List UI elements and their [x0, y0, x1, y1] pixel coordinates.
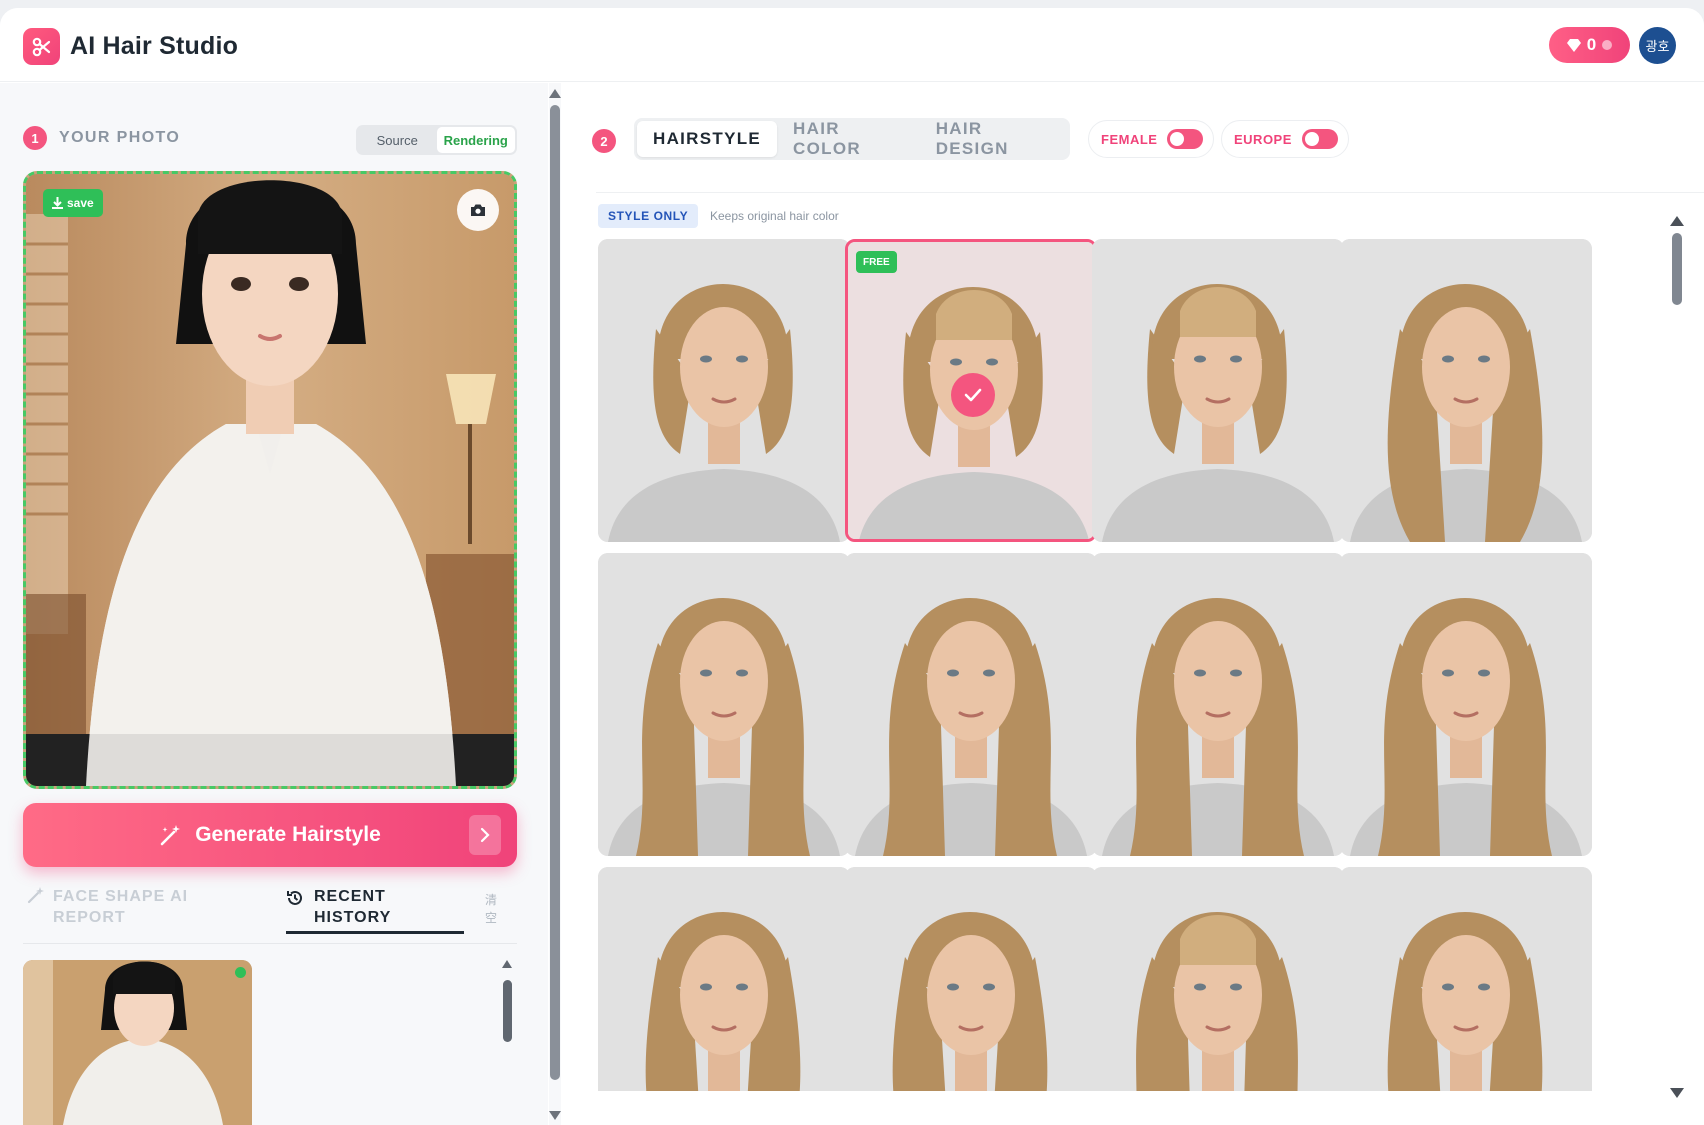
- grid-scroll-thumb[interactable]: [1672, 233, 1682, 305]
- female-switch[interactable]: [1167, 129, 1204, 149]
- hairstyle-preview-image: [1340, 239, 1592, 542]
- style-panel: 2 HAIRSTYLE HAIR COLOR HAIR DESIGN FEMAL…: [566, 83, 1704, 1125]
- hairstyle-card[interactable]: [1092, 867, 1344, 1091]
- status-dot-icon: [235, 967, 246, 978]
- hairstyle-card[interactable]: [1092, 553, 1344, 856]
- hairstyle-grid: FREE: [598, 236, 1642, 1091]
- save-label: save: [67, 196, 94, 210]
- hairstyle-card[interactable]: [1340, 239, 1592, 542]
- step-number: 2: [592, 129, 616, 153]
- hairstyle-card[interactable]: [598, 867, 850, 1091]
- app-window: AI Hair Studio 0 광호 1 YOUR PHOTO Source …: [0, 8, 1704, 1125]
- hairstyle-preview-image: [598, 553, 850, 856]
- save-button[interactable]: save: [43, 189, 103, 217]
- female-filter-label: FEMALE: [1101, 131, 1158, 147]
- check-icon: [951, 373, 995, 417]
- hairstyle-preview-image: [1092, 239, 1344, 542]
- tab-face-shape-report[interactable]: FACE SHAPE AI REPORT: [27, 886, 203, 928]
- tab-recent-history[interactable]: RECENT HISTORY: [286, 886, 464, 934]
- style-tabs: HAIRSTYLE HAIR COLOR HAIR DESIGN: [634, 118, 1070, 160]
- female-filter-toggle[interactable]: FEMALE: [1088, 120, 1215, 158]
- history-thumbnail: [23, 960, 252, 1125]
- generate-hairstyle-button[interactable]: Generate Hairstyle: [23, 803, 517, 867]
- hairstyle-preview-image: [1340, 867, 1592, 1091]
- points-dot-icon: [1602, 40, 1613, 50]
- left-panel-scrollbar[interactable]: [549, 83, 561, 1125]
- uploaded-photo[interactable]: save: [23, 171, 517, 789]
- scissors-logo-icon: [23, 28, 60, 65]
- europe-switch[interactable]: [1301, 129, 1338, 149]
- hairstyle-card[interactable]: [1340, 553, 1592, 856]
- history-scrollbar[interactable]: [502, 960, 512, 1125]
- left-scroll-thumb[interactable]: [550, 105, 560, 1080]
- europe-filter-label: EUROPE: [1234, 131, 1292, 147]
- hairstyle-card[interactable]: [1340, 867, 1592, 1091]
- camera-icon: [471, 204, 485, 216]
- tab-hair-design[interactable]: HAIR DESIGN: [920, 119, 1067, 158]
- hairstyle-preview-image: [1092, 867, 1344, 1091]
- magic-wand-icon: [27, 887, 44, 904]
- hairstyle-preview-image: [598, 867, 850, 1091]
- generate-label: Generate Hairstyle: [195, 823, 381, 846]
- hairstyle-card[interactable]: [845, 553, 1097, 856]
- tab-face-shape-label: FACE SHAPE AI REPORT: [53, 888, 189, 926]
- hairstyle-card[interactable]: [598, 553, 850, 856]
- toggle-source[interactable]: Source: [358, 127, 437, 153]
- step-number: 1: [23, 126, 47, 150]
- history-icon: [287, 890, 302, 905]
- tab-hairstyle[interactable]: HAIRSTYLE: [637, 121, 778, 157]
- app-title: AI Hair Studio: [70, 32, 239, 60]
- hairstyle-preview-image: [1092, 553, 1344, 856]
- style-only-badge: STYLE ONLY: [598, 204, 699, 228]
- hairstyle-card[interactable]: FREE: [845, 239, 1097, 542]
- style-only-note: Keeps original hair color: [710, 209, 839, 223]
- diamond-icon: [1566, 38, 1581, 52]
- toggle-rendering[interactable]: Rendering: [436, 127, 515, 153]
- hairstyle-card[interactable]: [845, 867, 1097, 1091]
- hairstyle-preview-image: [845, 553, 1097, 856]
- photo-panel: 1 YOUR PHOTO Source Rendering save Gener…: [0, 83, 548, 1125]
- camera-button[interactable]: [457, 189, 499, 231]
- top-bar: AI Hair Studio 0 광호: [0, 8, 1704, 82]
- points-button[interactable]: 0: [1549, 27, 1630, 63]
- tab-recent-history-label: RECENT HISTORY: [314, 888, 392, 926]
- hairstyle-preview-image: [1340, 553, 1592, 856]
- hairstyle-preview-image: [845, 867, 1097, 1091]
- history-scroll-thumb[interactable]: [503, 980, 512, 1042]
- tab-hair-color[interactable]: HAIR COLOR: [777, 119, 920, 158]
- user-avatar[interactable]: 광호: [1639, 27, 1676, 64]
- divider: [23, 943, 517, 944]
- europe-filter-toggle[interactable]: EUROPE: [1221, 120, 1349, 158]
- section-title: YOUR PHOTO: [59, 129, 181, 146]
- divider: [596, 192, 1704, 193]
- clear-history-button[interactable]: 清空: [485, 891, 499, 927]
- chevron-right-icon[interactable]: [469, 815, 501, 855]
- points-count: 0: [1586, 35, 1597, 54]
- free-badge: FREE: [856, 251, 897, 273]
- source-rendering-toggle[interactable]: Source Rendering: [356, 125, 517, 155]
- download-icon: [52, 197, 63, 209]
- grid-scrollbar[interactable]: [1670, 208, 1684, 1108]
- history-item[interactable]: [23, 960, 252, 1125]
- hairstyle-card[interactable]: [598, 239, 850, 542]
- hairstyle-card[interactable]: [1092, 239, 1344, 542]
- magic-wand-icon: [160, 825, 181, 846]
- hairstyle-preview-image: [598, 239, 850, 542]
- portrait-image: [26, 174, 514, 786]
